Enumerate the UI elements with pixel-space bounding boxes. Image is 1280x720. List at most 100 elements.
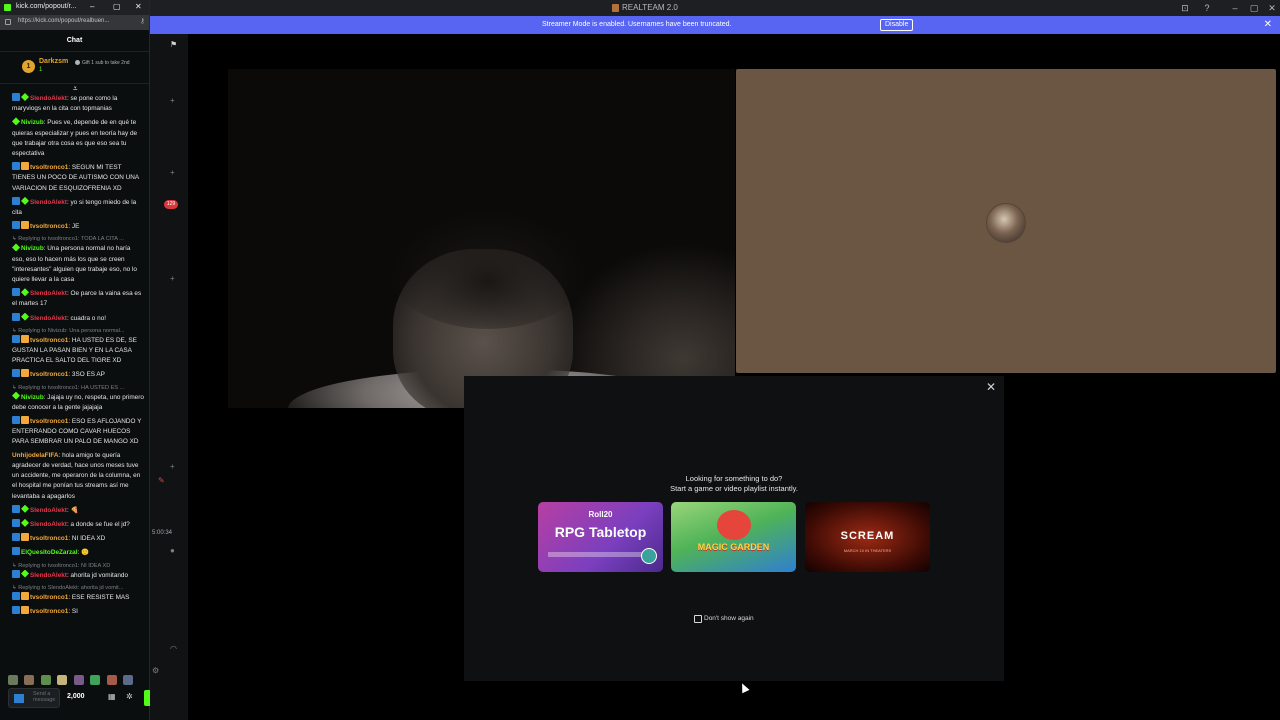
site-info-icon[interactable] <box>5 19 11 25</box>
chat-message[interactable]: ↳ Replying to Nivizub: Una persona norma… <box>12 327 144 367</box>
emote-icon[interactable] <box>90 675 101 685</box>
emote-icon[interactable] <box>106 675 117 685</box>
chat-message[interactable]: SlendoAlekt: yo si tengo miedo de la cit… <box>12 196 144 218</box>
chat-username[interactable]: SlendoAlekt <box>30 95 67 102</box>
chat-message[interactable]: tvsoltronco1: 3SO ES AP <box>12 369 144 380</box>
chat-message[interactable]: SlendoAlekt: 🍕 <box>12 504 144 516</box>
gift-prompt[interactable]: Gift 1 sub to take 2nd <box>75 60 137 66</box>
leaderboard-user[interactable]: Darkzsm <box>39 58 68 65</box>
emote-picker-icon[interactable] <box>14 694 24 703</box>
add-icon[interactable]: + <box>170 168 175 177</box>
inbox-icon[interactable]: ⊡ <box>1178 2 1192 14</box>
close-button[interactable]: ✕ <box>1265 2 1279 14</box>
add-icon[interactable]: + <box>170 96 175 105</box>
channel-points[interactable]: 2,000 <box>67 693 85 700</box>
add-icon[interactable]: + <box>170 274 175 283</box>
popout-close-button[interactable]: ✕ <box>135 2 142 11</box>
streamer-webcam[interactable] <box>228 69 735 408</box>
activity-close-icon[interactable]: ✕ <box>986 380 996 394</box>
key-icon[interactable]: ⚷ <box>140 17 145 25</box>
url-text[interactable]: https://kick.com/popout/realbuen... <box>18 18 109 24</box>
chat-username[interactable]: Nivizub <box>21 245 44 252</box>
chat-username[interactable]: SlendoAlekt <box>30 572 67 579</box>
mascot-icon <box>717 510 751 540</box>
reply-context[interactable]: ↳ Replying to tvsoltronco1: HA USTED ES … <box>12 384 144 392</box>
settings-icon[interactable]: ✲ <box>126 692 133 701</box>
chat-message[interactable]: ↳ Replying to tvsoltronco1: HA USTED ES … <box>12 384 144 413</box>
chat-message[interactable]: ↳ Replying to tvsoltronco1: NI IDEA XD Sl… <box>12 562 144 581</box>
chat-username[interactable]: tvsoltronco1 <box>30 418 68 425</box>
chat-username[interactable]: tvsoltronco1 <box>30 535 68 542</box>
participant-tile[interactable] <box>736 69 1276 373</box>
chat-message[interactable]: SlendoAlekt: cuadra o no! <box>12 312 144 324</box>
chat-message[interactable]: tvsoltronco1: NI IDEA XD <box>12 533 144 544</box>
minimize-button[interactable]: – <box>1228 2 1242 14</box>
chat-input-placeholder[interactable]: Send a message <box>33 691 59 703</box>
url-bar[interactable]: https://kick.com/popout/realbuen... ⚷ <box>0 15 149 30</box>
participant-avatar[interactable] <box>986 203 1026 243</box>
reply-context[interactable]: ↳ Replying to tvsoltronco1: TODA LA CITA… <box>12 235 144 243</box>
chat-username[interactable]: tvsoltronco1 <box>30 371 68 378</box>
activity-card-rpg-tabletop[interactable]: Roll20 RPG Tabletop <box>538 502 663 572</box>
chat-message[interactable]: UnhijodelaFIFA: hola amigo te quería agr… <box>12 451 144 502</box>
people-icon[interactable]: ⚑ <box>170 40 177 49</box>
chat-text: : cuadra o no! <box>66 314 107 322</box>
chat-message[interactable]: tvsoltronco1: ESO ES AFLOJANDO Y ENTERRA… <box>12 416 144 448</box>
emote-row[interactable] <box>8 672 138 703</box>
maximize-button[interactable]: ▢ <box>1247 2 1261 14</box>
calendar-icon[interactable]: ▦ <box>108 692 116 701</box>
chat-username[interactable]: SlendoAlekt <box>30 507 67 514</box>
chat-message[interactable]: tvsoltronco1: SEGUN MI TEST TIENES UN PO… <box>12 162 144 194</box>
popout-maximize-button[interactable]: ▢ <box>113 2 121 11</box>
emote-icon[interactable] <box>24 675 35 685</box>
chat-username[interactable]: Nivizub <box>21 119 44 126</box>
chat-message[interactable]: SlendoAlekt: se pone como la maryviogs e… <box>12 93 144 114</box>
chat-username[interactable]: tvsoltronco1 <box>30 337 68 344</box>
emote-icon[interactable] <box>57 675 68 685</box>
chat-input[interactable]: Send a message <box>8 688 60 708</box>
emote-icon[interactable] <box>8 675 18 685</box>
chat-text: : 🙂 <box>77 549 89 557</box>
chat-username[interactable]: tvsoltronco1 <box>30 608 68 615</box>
dont-show-again-label[interactable]: Don't show again <box>704 615 754 622</box>
gift-leaderboard[interactable]: 1 Darkzsm 1 Gift 1 sub to take 2nd <box>0 52 149 84</box>
reply-context[interactable]: ↳ Replying to Nivizub: Una persona norma… <box>12 327 144 335</box>
chat-username[interactable]: SlendoAlekt <box>30 315 67 322</box>
activity-card-scream[interactable]: SCREAM MARCH 10 IN THEATERS <box>805 502 930 572</box>
disable-streamer-mode-button[interactable]: Disable <box>880 19 914 31</box>
kick-popout-window: kick.com/popout/r... – ▢ ✕ https://kick.… <box>0 0 152 720</box>
add-icon[interactable]: + <box>170 462 175 471</box>
help-icon[interactable]: ? <box>1200 2 1214 14</box>
activity-card-magic-garden[interactable]: MAGIC GARDEN <box>671 502 796 572</box>
emote-icon[interactable] <box>73 675 84 685</box>
chat-username[interactable]: UnhijodelaFIFA <box>12 452 59 459</box>
popout-minimize-button[interactable]: – <box>90 2 94 11</box>
pencil-icon[interactable]: ✎ <box>158 476 165 485</box>
chat-username[interactable]: ElQuesitoDeZarzal <box>21 549 77 556</box>
chat-message[interactable]: tvsoltronco1: SI <box>12 605 144 617</box>
chat-message[interactable]: ElQuesitoDeZarzal: 🙂 <box>12 547 144 558</box>
emote-icon[interactable] <box>40 675 51 685</box>
dont-show-again-checkbox[interactable]: Don't show again <box>694 615 754 623</box>
chat-message[interactable]: tvsoltronco1: JE <box>12 221 144 232</box>
chat-username[interactable]: Nivizub <box>21 394 44 401</box>
headset-icon[interactable]: ◠ <box>170 644 177 653</box>
chat-username[interactable]: tvsoltronco1 <box>30 594 68 601</box>
chat-username[interactable]: SlendoAlekt <box>30 290 67 297</box>
reply-context[interactable]: ↳ Replying to tvsoltronco1: NI IDEA XD <box>12 562 144 570</box>
blue-badge-icon <box>12 334 20 343</box>
chat-username[interactable]: tvsoltronco1 <box>30 223 68 230</box>
reply-context[interactable]: ↳ Replying to SlendoAlekt: ahorita jd vo… <box>12 584 144 592</box>
chat-message[interactable]: ↳ Replying to SlendoAlekt: ahorita jd vo… <box>12 584 144 603</box>
chat-message[interactable]: Nivizub: Pues ve, depende de en qué te q… <box>12 117 144 159</box>
chat-message[interactable]: SlendoAlekt: a donde se fue el jd? <box>12 518 144 530</box>
checkbox-box[interactable] <box>694 615 702 623</box>
chat-username[interactable]: SlendoAlekt <box>30 521 67 528</box>
chat-username[interactable]: SlendoAlekt <box>30 199 67 206</box>
banner-close-icon[interactable]: ✕ <box>1264 19 1272 30</box>
emote-icon[interactable] <box>123 675 134 685</box>
chat-message[interactable]: SlendoAlekt: Oe parce la vaina esa es el… <box>12 288 144 309</box>
settings-gear-icon[interactable]: ⚙ <box>152 666 159 675</box>
chat-message[interactable]: ↳ Replying to tvsoltronco1: TODA LA CITA… <box>12 235 144 285</box>
chat-username[interactable]: tvsoltronco1 <box>30 164 68 171</box>
